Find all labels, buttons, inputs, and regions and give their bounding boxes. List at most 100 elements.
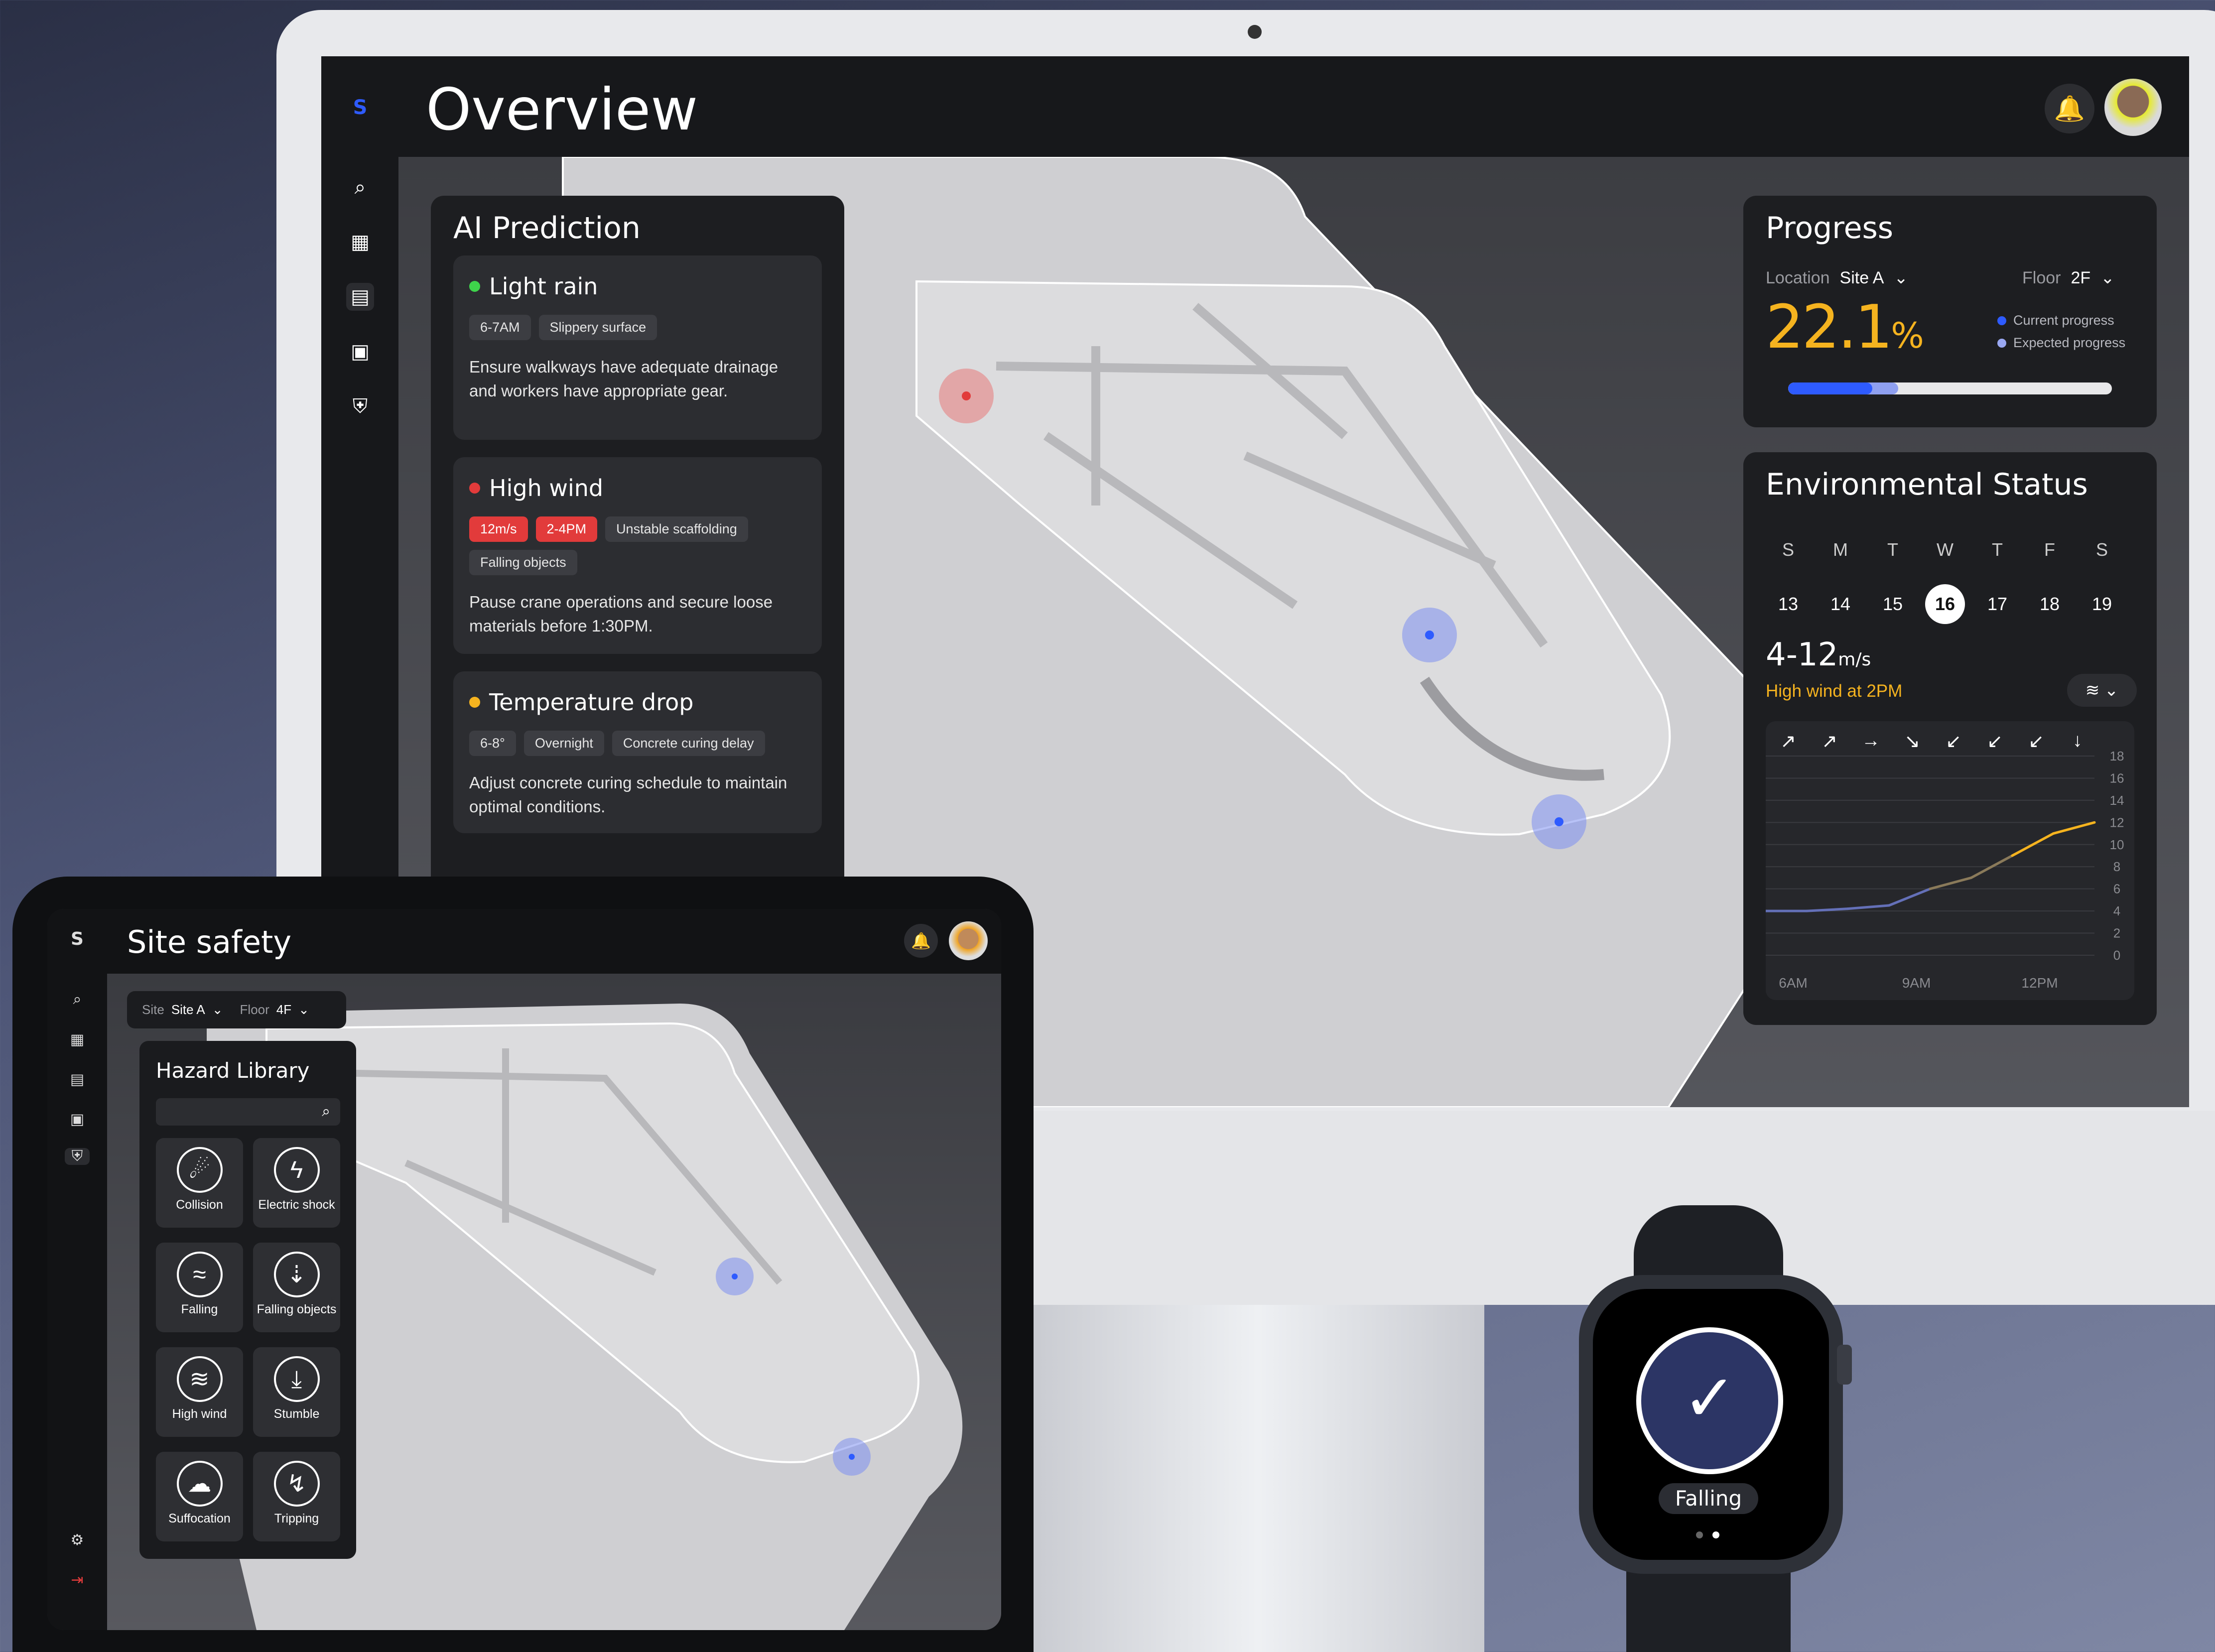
weekday-label: W xyxy=(1937,539,1954,560)
hazard-item[interactable]: ≋ High wind xyxy=(156,1347,243,1437)
weekday-label: S xyxy=(2095,539,2108,560)
progress-panel: Progress Location Site A ⌄ Floor 2F ⌄ 22… xyxy=(1743,196,2157,427)
search-icon[interactable]: ⌕ xyxy=(65,991,90,1008)
search-icon[interactable]: ⌕ xyxy=(346,173,374,201)
floor-label: Floor xyxy=(2022,268,2061,287)
site-filter[interactable]: Site Site A ⌄ Floor 4F ⌄ xyxy=(127,991,346,1028)
calendar-date[interactable]: 19 xyxy=(2080,584,2124,624)
calendar-date[interactable]: 15 xyxy=(1870,584,1915,624)
page-dot xyxy=(1696,1531,1703,1538)
status-dot xyxy=(469,281,480,292)
app-logo[interactable]: S xyxy=(346,94,374,122)
line-segment xyxy=(1846,904,1890,910)
prediction-card[interactable]: High wind 12m/s 2-4PM Unstable scaffolding F… xyxy=(453,457,822,654)
dashboard-icon[interactable]: ▦ xyxy=(65,1031,90,1048)
floor-value[interactable]: 4F xyxy=(276,1002,291,1017)
tablet-sidebar: S ⌕ ▦ ▤ ▣ ⛨ ⚙ ⇥ xyxy=(47,909,107,1630)
shield-icon[interactable]: ⛨ xyxy=(346,392,374,420)
hazard-item[interactable]: ϟ Electric shock xyxy=(253,1138,340,1228)
wind-filter-button[interactable]: ≋ ⌄ xyxy=(2067,674,2137,707)
hazard-item[interactable]: ≈ Falling xyxy=(156,1243,243,1332)
weekday-label: T xyxy=(1887,539,1898,560)
hazard-label: Tripping xyxy=(274,1512,319,1525)
hazard-icon: ☁ xyxy=(176,1461,223,1507)
bell-icon[interactable]: 🔔 xyxy=(2045,84,2094,133)
x-tick-label: 9AM xyxy=(1902,975,1931,991)
status-dot xyxy=(469,483,480,494)
site-value[interactable]: Site A xyxy=(171,1002,205,1017)
shield-icon[interactable]: ⛨ xyxy=(65,1148,90,1165)
search-icon: ⌕ xyxy=(322,1103,330,1120)
site-label: Site xyxy=(142,1002,164,1017)
checkmark-icon[interactable]: ✓ xyxy=(1636,1327,1783,1474)
calendar-date[interactable]: 16 xyxy=(1925,584,1965,624)
hazard-icon: ⇣ xyxy=(273,1252,320,1297)
floor-select[interactable]: Floor 2F ⌄ xyxy=(2022,268,2115,288)
location-select[interactable]: Location Site A ⌄ xyxy=(1766,268,1908,288)
prediction-title: Light rain xyxy=(469,273,806,300)
prediction-title: High wind xyxy=(469,475,806,502)
tag: 12m/s xyxy=(469,516,528,542)
prediction-description: Pause crane operations and secure loose … xyxy=(469,593,773,635)
hazard-icon: ϟ xyxy=(273,1147,320,1193)
calendar-icon[interactable]: ▣ xyxy=(65,1111,90,1128)
prediction-description: Ensure walkways have adequate drainage a… xyxy=(469,358,779,400)
avatar[interactable] xyxy=(949,921,988,960)
watch-crown[interactable] xyxy=(1837,1345,1852,1385)
y-tick-label: 14 xyxy=(2110,793,2124,808)
chevron-down-icon: ⌄ xyxy=(212,1002,223,1017)
calendar-date[interactable]: 17 xyxy=(1975,584,2020,624)
weekday-label: S xyxy=(1782,539,1794,560)
dashboard-icon[interactable]: ▦ xyxy=(346,228,374,256)
logout-icon[interactable]: ⇥ xyxy=(65,1571,90,1589)
line-segment xyxy=(2052,821,2096,835)
chevron-down-icon: ⌄ xyxy=(2100,268,2115,287)
app-logo[interactable]: S xyxy=(65,929,90,949)
y-tick-label: 0 xyxy=(2113,948,2120,963)
hazard-item[interactable]: ⤓ Stumble xyxy=(253,1347,340,1437)
chevron-down-icon: ⌄ xyxy=(1894,268,1908,287)
gear-icon[interactable]: ⚙ xyxy=(65,1531,90,1549)
watch-label: Falling xyxy=(1659,1483,1758,1514)
calendar-icon[interactable]: ▣ xyxy=(346,338,374,366)
y-tick-label: 8 xyxy=(2113,859,2120,874)
calendar-date[interactable]: 18 xyxy=(2027,584,2072,624)
hazard-item[interactable]: ☄ Collision xyxy=(156,1138,243,1228)
calendar-date[interactable]: 13 xyxy=(1766,584,1811,624)
hazard-label: Collision xyxy=(176,1198,223,1212)
tag-list: 6-7AM Slippery surface xyxy=(469,315,806,340)
hazard-item[interactable]: ↯ Tripping xyxy=(253,1452,340,1541)
search-input[interactable]: ⌕ xyxy=(156,1098,340,1126)
tag-list: 6-8° Overnight Concrete curing delay xyxy=(469,731,806,756)
status-dot xyxy=(469,697,480,708)
monitor-stand xyxy=(1031,1305,1484,1652)
report-icon[interactable]: ▤ xyxy=(346,283,374,311)
hazard-icon: ≈ xyxy=(176,1252,223,1297)
prediction-card[interactable]: Light rain 6-7AM Slippery surface Ensure wa… xyxy=(453,255,822,440)
hazard-icon: ☄ xyxy=(176,1147,223,1193)
y-tick-label: 10 xyxy=(2110,837,2124,852)
line-segment xyxy=(1888,888,1932,907)
hazard-label: Stumble xyxy=(273,1407,320,1421)
progress-percent: 22.1% xyxy=(1766,293,1924,362)
weekday-label: F xyxy=(2044,539,2055,560)
camera xyxy=(1248,25,1262,39)
panel-title: AI Prediction xyxy=(453,211,641,246)
tag: Unstable scaffolding xyxy=(605,516,748,542)
prediction-description: Adjust concrete curing schedule to maint… xyxy=(469,773,787,816)
hazard-icon: ⤓ xyxy=(273,1356,320,1402)
hazard-item[interactable]: ☁ Suffocation xyxy=(156,1452,243,1541)
y-tick-label: 2 xyxy=(2113,926,2120,941)
floor-label: Floor xyxy=(240,1002,269,1017)
report-icon[interactable]: ▤ xyxy=(65,1071,90,1088)
hazard-item[interactable]: ⇣ Falling objects xyxy=(253,1243,340,1332)
hazard-label: High wind xyxy=(172,1407,227,1421)
y-tick-label: 16 xyxy=(2110,770,2124,785)
prediction-card[interactable]: Temperature drop 6-8° Overnight Concrete cu… xyxy=(453,671,822,833)
avatar[interactable] xyxy=(2104,79,2162,136)
bell-icon[interactable]: 🔔 xyxy=(904,924,938,958)
calendar-date[interactable]: 14 xyxy=(1818,584,1863,624)
weekday-label: T xyxy=(1992,539,2003,560)
tag: 6-8° xyxy=(469,731,516,756)
tag: 2-4PM xyxy=(535,516,598,542)
